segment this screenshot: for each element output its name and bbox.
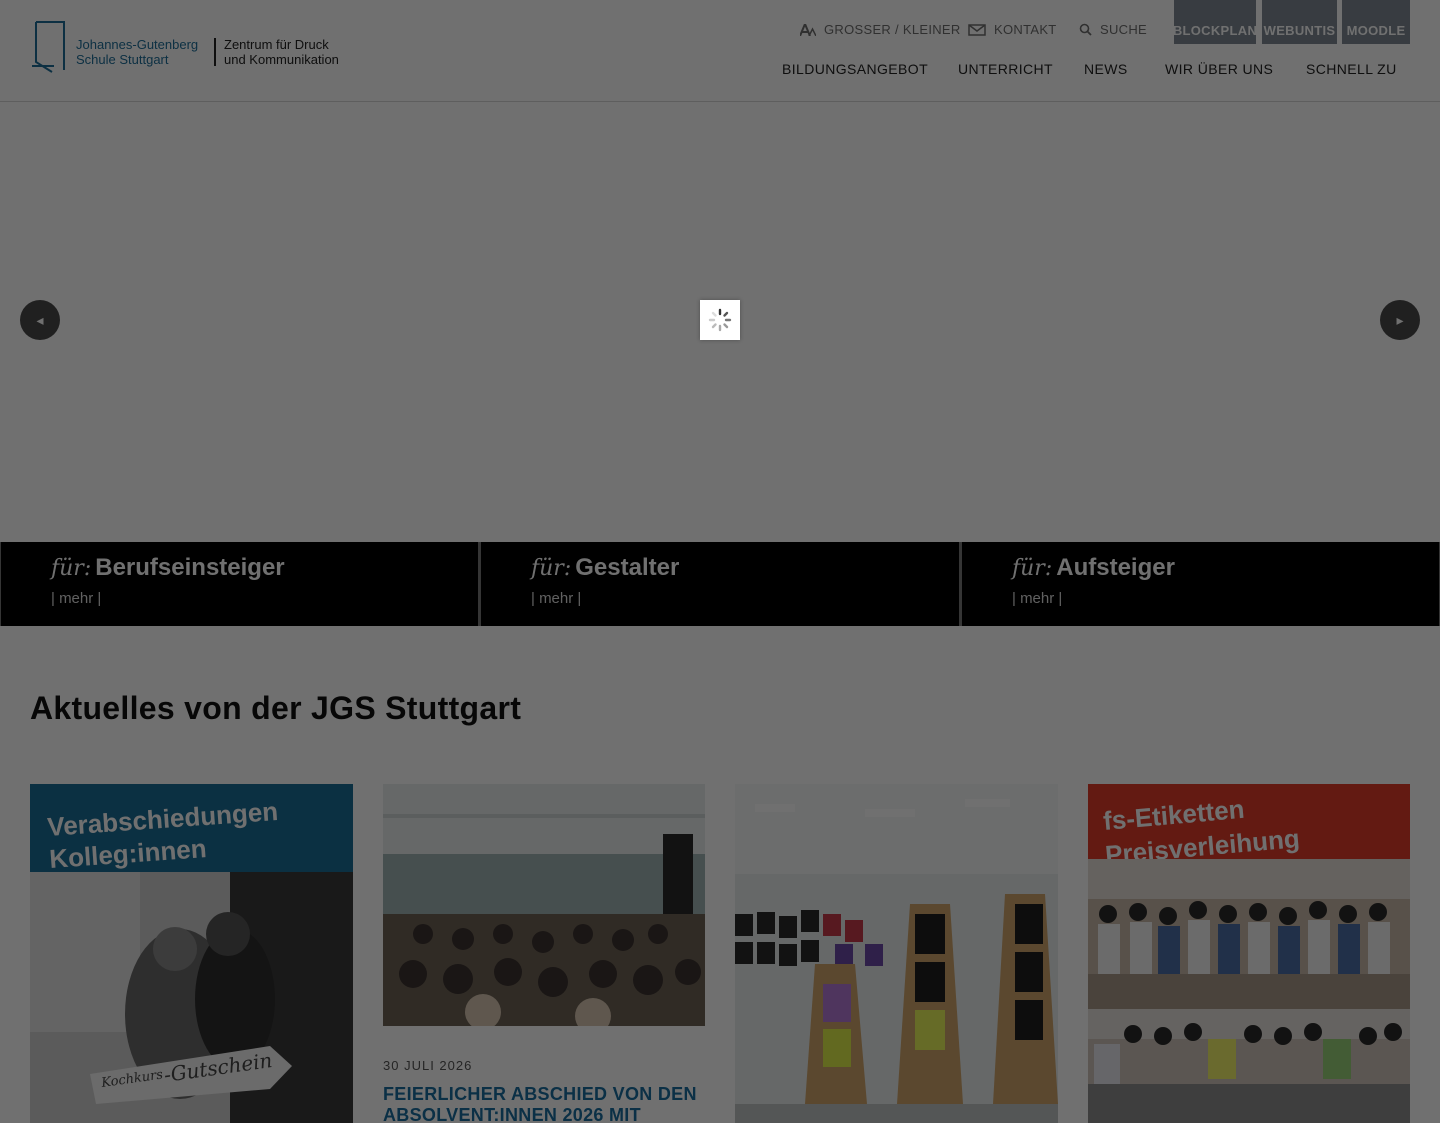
nav-unterricht[interactable]: UNTERRICHT	[958, 61, 1053, 77]
target-prefix: für:	[51, 556, 92, 581]
audience-targets: für: Berufseinsteiger | mehr | für: Gestal…	[0, 542, 1440, 626]
news-card-ausstellung[interactable]	[735, 784, 1058, 1123]
nav-news[interactable]: NEWS	[1084, 61, 1128, 77]
target-name: Gestalter	[575, 554, 680, 581]
blockplan-button[interactable]: BLOCKPLAN	[1173, 0, 1257, 44]
logo-tagline: Zentrum für Druck und Kommunikation	[224, 37, 339, 67]
slider-prev-button[interactable]: ◂	[20, 300, 60, 340]
news-date: 30 JULI 2026	[383, 1058, 473, 1073]
news-headline[interactable]: FEIERLICHER ABSCHIED VON DEN ABSOLVENT:I…	[383, 1084, 703, 1123]
target-prefix: für:	[1012, 556, 1053, 581]
slider-next-button[interactable]: ▸	[1380, 300, 1420, 340]
logo-school-name: Johannes-Gutenberg Schule Stuttgart	[76, 37, 199, 67]
font-size-icon	[800, 23, 816, 36]
target-prefix: für:	[531, 556, 572, 581]
chevron-left-icon: ◂	[36, 311, 44, 328]
news-card-image	[735, 784, 1058, 1123]
target-gestalter[interactable]: für: Gestalter | mehr |	[481, 542, 959, 626]
search-link[interactable]: SUCHE	[1079, 22, 1147, 37]
site-logo[interactable]: Johannes-Gutenberg Schule Stuttgart Zent…	[30, 20, 350, 76]
mail-icon	[968, 23, 986, 36]
chevron-right-icon: ▸	[1396, 311, 1404, 328]
nav-bildungsangebot[interactable]: BILDUNGSANGEBOT	[782, 61, 928, 77]
target-more-link[interactable]: | mehr |	[1012, 590, 1062, 607]
webuntis-button[interactable]: WEBUNTIS	[1262, 0, 1337, 44]
target-more-link[interactable]: | mehr |	[51, 590, 101, 607]
moodle-button[interactable]: MOODLE	[1342, 0, 1410, 44]
logo-mark-icon	[32, 21, 65, 73]
target-more-link[interactable]: | mehr |	[531, 590, 581, 607]
font-size-toggle[interactable]: GROSSER / KLEINER	[800, 22, 961, 37]
target-aufsteiger[interactable]: für: Aufsteiger | mehr |	[962, 542, 1439, 626]
news-card-abschied-image[interactable]	[383, 784, 706, 1026]
target-name: Aufsteiger	[1056, 554, 1175, 581]
news-card-image: Verabschiedungen Kolleg:innen Kochkurs -…	[30, 784, 353, 1123]
news-section-title: Aktuelles von der JGS Stuttgart	[30, 690, 522, 726]
target-berufseinsteiger[interactable]: für: Berufseinsteiger | mehr |	[1, 542, 478, 626]
nav-wir-ueber-uns[interactable]: WIR ÜBER UNS	[1165, 61, 1273, 77]
target-name: Berufseinsteiger	[95, 554, 285, 581]
search-icon	[1079, 23, 1092, 36]
site-header: Johannes-Gutenberg Schule Stuttgart Zent…	[0, 0, 1440, 102]
news-card-image: fs-Etiketten Preisverleihung	[1088, 784, 1410, 1123]
news-card-fs-etiketten[interactable]: fs-Etiketten Preisverleihung	[1088, 784, 1410, 1123]
nav-schnell-zu[interactable]: SCHNELL ZU	[1306, 61, 1397, 77]
news-card-verabschiedungen[interactable]: Verabschiedungen Kolleg:innen Kochkurs -…	[30, 784, 353, 1123]
contact-link[interactable]: KONTAKT	[968, 22, 1057, 37]
logo-divider	[214, 38, 216, 66]
spinner-icon	[708, 308, 732, 332]
news-card-image	[383, 784, 705, 1026]
loading-indicator	[700, 300, 740, 340]
